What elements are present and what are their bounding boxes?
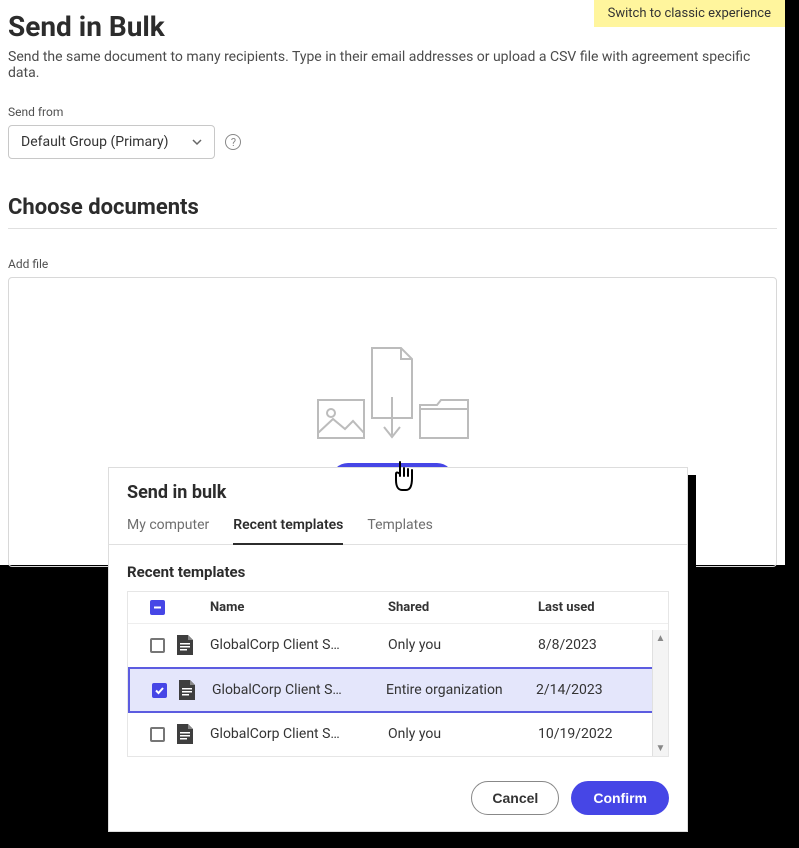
column-shared[interactable]: Shared bbox=[388, 600, 538, 615]
column-name[interactable]: Name bbox=[210, 600, 388, 615]
templates-table: Name Shared Last used GlobalCorp Client … bbox=[127, 591, 669, 757]
row-name: GlobalCorp Client S… bbox=[212, 682, 386, 698]
add-file-label: Add file bbox=[8, 257, 777, 271]
scroll-up-icon[interactable]: ▲ bbox=[653, 630, 668, 646]
page-subtitle: Send the same document to many recipient… bbox=[8, 49, 777, 81]
send-from-select[interactable]: Default Group (Primary) bbox=[8, 125, 215, 159]
table-row[interactable]: GlobalCorp Client S… Only you 10/19/2022 bbox=[128, 713, 668, 756]
row-last-used: 10/19/2022 bbox=[538, 726, 658, 742]
classic-experience-banner[interactable]: Switch to classic experience bbox=[594, 0, 785, 27]
row-shared: Entire organization bbox=[386, 682, 536, 698]
select-all-checkbox[interactable] bbox=[150, 600, 165, 615]
row-checkbox[interactable] bbox=[150, 638, 165, 653]
table-row[interactable]: GlobalCorp Client S… Only you 8/8/2023 bbox=[128, 624, 668, 667]
tab-my-computer[interactable]: My computer bbox=[127, 517, 209, 544]
send-from-value: Default Group (Primary) bbox=[21, 134, 168, 150]
document-icon bbox=[176, 723, 210, 745]
help-icon[interactable]: ? bbox=[225, 134, 241, 150]
file-picker-modal: Send in bulk My computer Recent template… bbox=[108, 467, 688, 832]
row-name: GlobalCorp Client S… bbox=[210, 726, 388, 742]
modal-title: Send in bulk bbox=[109, 482, 687, 503]
document-icon bbox=[178, 679, 212, 701]
scroll-down-icon[interactable]: ▼ bbox=[653, 740, 668, 756]
cancel-button[interactable]: Cancel bbox=[471, 781, 559, 815]
choose-documents-title: Choose documents bbox=[8, 195, 777, 229]
confirm-button[interactable]: Confirm bbox=[571, 781, 669, 815]
column-last-used[interactable]: Last used bbox=[538, 600, 658, 615]
row-last-used: 8/8/2023 bbox=[538, 637, 658, 653]
tab-recent-templates[interactable]: Recent templates bbox=[233, 517, 343, 545]
dropzone-icons bbox=[317, 347, 469, 439]
recent-templates-heading: Recent templates bbox=[109, 545, 687, 591]
row-name: GlobalCorp Client S… bbox=[210, 637, 388, 653]
document-download-icon bbox=[371, 347, 413, 439]
row-checkbox[interactable] bbox=[150, 727, 165, 742]
send-from-label: Send from bbox=[8, 105, 777, 119]
image-icon bbox=[317, 399, 365, 439]
row-checkbox[interactable] bbox=[152, 683, 167, 698]
tab-templates[interactable]: Templates bbox=[367, 517, 433, 544]
document-icon bbox=[176, 634, 210, 656]
row-shared: Only you bbox=[388, 726, 538, 742]
table-header: Name Shared Last used bbox=[128, 592, 668, 624]
table-row[interactable]: GlobalCorp Client S… Entire organization… bbox=[128, 667, 668, 713]
modal-tabs: My computer Recent templates Templates bbox=[109, 503, 687, 545]
table-scrollbar[interactable]: ▲ ▼ bbox=[652, 630, 668, 756]
row-shared: Only you bbox=[388, 637, 538, 653]
chevron-down-icon bbox=[192, 137, 202, 147]
folder-icon bbox=[419, 399, 469, 439]
row-last-used: 2/14/2023 bbox=[536, 682, 656, 698]
